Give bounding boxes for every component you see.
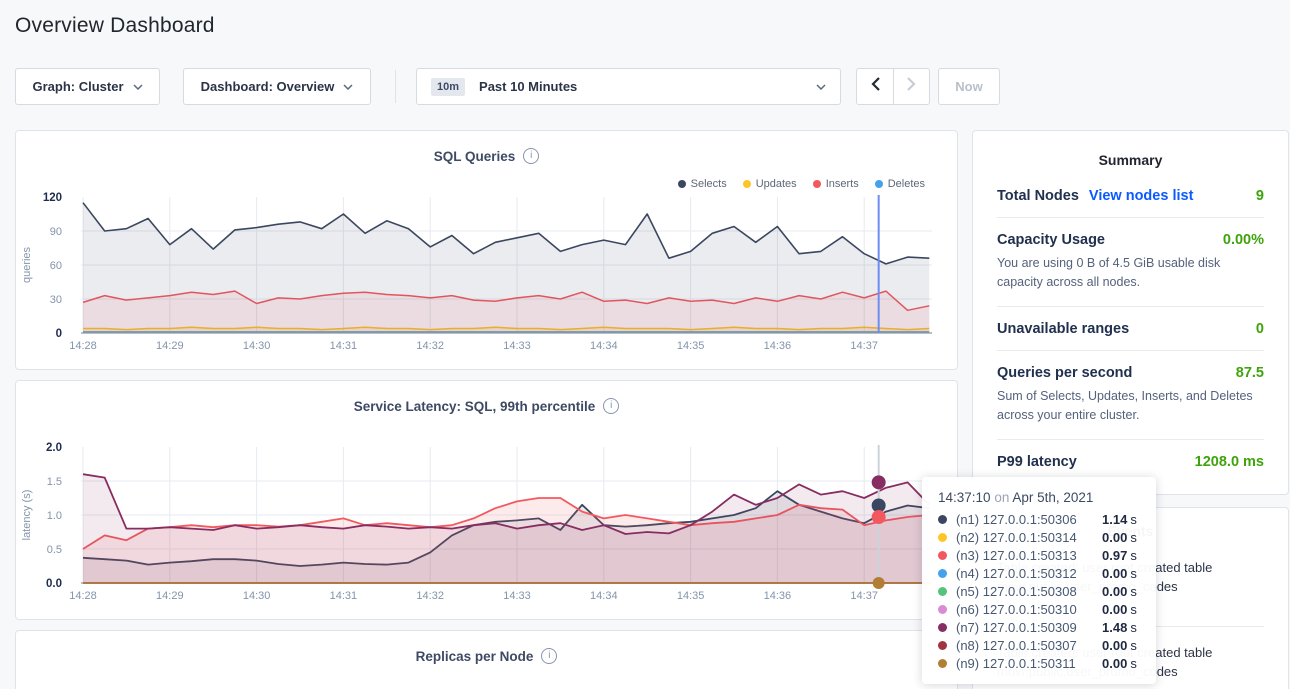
chevron-down-icon [816,84,826,90]
graph-dropdown-label: Graph: Cluster [32,79,123,94]
svg-text:120: 120 [43,192,62,204]
svg-text:30: 30 [50,294,62,306]
range-duration-badge: 10m [431,78,465,96]
svg-text:14:34: 14:34 [590,340,618,352]
svg-text:14:33: 14:33 [503,340,531,352]
svg-text:14:28: 14:28 [69,340,97,352]
dashboard-dropdown[interactable]: Dashboard: Overview [183,68,371,105]
svg-text:14:30: 14:30 [243,590,271,602]
chevron-down-icon [133,84,143,90]
svg-text:14:31: 14:31 [330,590,358,602]
tooltip-node-row: (n1) 127.0.0.1:50306 1.14s [938,510,1140,528]
sql-queries-chart[interactable]: 14:28 14:29 14:30 14:31 14:32 14:33 14:34 14:35… [16,131,959,371]
tooltip-node-row: (n8) 127.0.0.1:50307 0.00s [938,636,1140,654]
svg-text:14:36: 14:36 [764,340,792,352]
summary-description: You are using 0 B of 4.5 GiB usable disk… [997,254,1264,293]
summary-label: Queries per second [997,365,1132,381]
chart-title: Replicas per Node i [16,631,957,664]
svg-text:14:35: 14:35 [677,590,705,602]
svg-text:14:34: 14:34 [590,590,618,602]
summary-row: Capacity Usage 0.00% You are using 0 B o… [997,218,1264,307]
svg-text:14:31: 14:31 [330,340,358,352]
series-dot [938,533,947,542]
summary-row: Queries per second 87.5 Sum of Selects, … [997,351,1264,440]
svg-text:14:29: 14:29 [156,340,184,352]
series-dot [938,641,947,650]
svg-text:0: 0 [56,328,62,340]
svg-text:latency (s): latency (s) [21,490,33,541]
sql-queries-chart-panel: SQL Queries i SelectsUpdatesInsertsDelet… [15,130,958,370]
svg-text:60: 60 [50,260,62,272]
view-nodes-link[interactable]: View nodes list [1089,188,1194,204]
summary-value: 87.5 [1236,365,1264,381]
tooltip-node-row: (n7) 127.0.0.1:50309 1.48s [938,618,1140,636]
svg-text:14:29: 14:29 [156,590,184,602]
time-range-selector[interactable]: 10m Past 10 Minutes [416,68,841,105]
summary-value: 0.00% [1223,232,1264,248]
svg-text:14:35: 14:35 [677,340,705,352]
series-dot [938,515,947,524]
summary-title: Summary [973,131,1288,174]
prev-range-button[interactable] [857,69,893,104]
tooltip-node-row: (n6) 127.0.0.1:50310 0.00s [938,600,1140,618]
tooltip-node-row: (n3) 127.0.0.1:50313 0.97s [938,546,1140,564]
service-latency-chart-panel: Service Latency: SQL, 99th percentile i … [15,380,958,620]
tooltip-node-row: (n2) 127.0.0.1:50314 0.00s [938,528,1140,546]
summary-value: 0 [1256,321,1264,337]
next-range-button[interactable] [893,69,929,104]
svg-text:90: 90 [50,226,62,238]
svg-text:1.5: 1.5 [47,476,62,488]
range-label: Past 10 Minutes [479,79,577,94]
svg-text:queries: queries [21,246,33,283]
summary-row: Unavailable ranges 0 [997,307,1264,351]
svg-text:14:32: 14:32 [416,340,444,352]
summary-row: Total Nodes View nodes list 9 [997,174,1264,218]
page-title: Overview Dashboard [15,14,215,38]
tooltip-node-row: (n9) 127.0.0.1:50311 0.00s [938,654,1140,672]
chevron-down-icon [343,84,353,90]
summary-label: Capacity Usage [997,232,1105,248]
svg-text:14:36: 14:36 [764,590,792,602]
tooltip-node-row: (n5) 127.0.0.1:50308 0.00s [938,582,1140,600]
info-icon[interactable]: i [541,648,557,664]
service-latency-chart[interactable]: 14:28 14:29 14:30 14:31 14:32 14:33 14:34 14:35… [16,381,959,621]
svg-text:14:33: 14:33 [503,590,531,602]
tooltip-node-row: (n4) 127.0.0.1:50312 0.00s [938,564,1140,582]
svg-text:14:37: 14:37 [850,340,878,352]
svg-text:14:30: 14:30 [243,340,271,352]
graph-dropdown[interactable]: Graph: Cluster [15,68,160,105]
toolbar-divider [395,70,396,103]
series-dot [938,551,947,560]
series-dot [938,623,947,632]
summary-value: 9 [1256,188,1264,204]
series-dot [938,569,947,578]
series-dot [938,659,947,668]
time-step-buttons [856,68,930,105]
svg-text:14:37: 14:37 [850,590,878,602]
replicas-per-node-chart-panel: Replicas per Node i [15,630,958,689]
svg-text:14:32: 14:32 [416,590,444,602]
svg-text:0.5: 0.5 [47,544,62,556]
svg-text:14:28: 14:28 [69,590,97,602]
dashboard-dropdown-label: Dashboard: Overview [201,79,335,94]
now-button[interactable]: Now [938,68,1000,105]
summary-value: 1208.0 ms [1195,454,1264,470]
chevron-left-icon [871,77,880,96]
summary-label: P99 latency [997,454,1077,470]
summary-panel: Summary Total Nodes View nodes list 9 Ca… [972,130,1289,495]
svg-text:2.0: 2.0 [46,442,62,454]
svg-text:1.0: 1.0 [47,510,62,522]
tooltip-timestamp: 14:37:10 on Apr 5th, 2021 [938,490,1140,505]
summary-label: Total Nodes [997,188,1079,204]
summary-label: Unavailable ranges [997,321,1129,337]
series-dot [938,605,947,614]
chart-hover-tooltip: 14:37:10 on Apr 5th, 2021 (n1) 127.0.0.1… [922,477,1156,684]
summary-description: Sum of Selects, Updates, Inserts, and De… [997,387,1264,426]
svg-text:0.0: 0.0 [46,578,62,590]
chevron-right-icon [907,77,916,96]
series-dot [938,587,947,596]
